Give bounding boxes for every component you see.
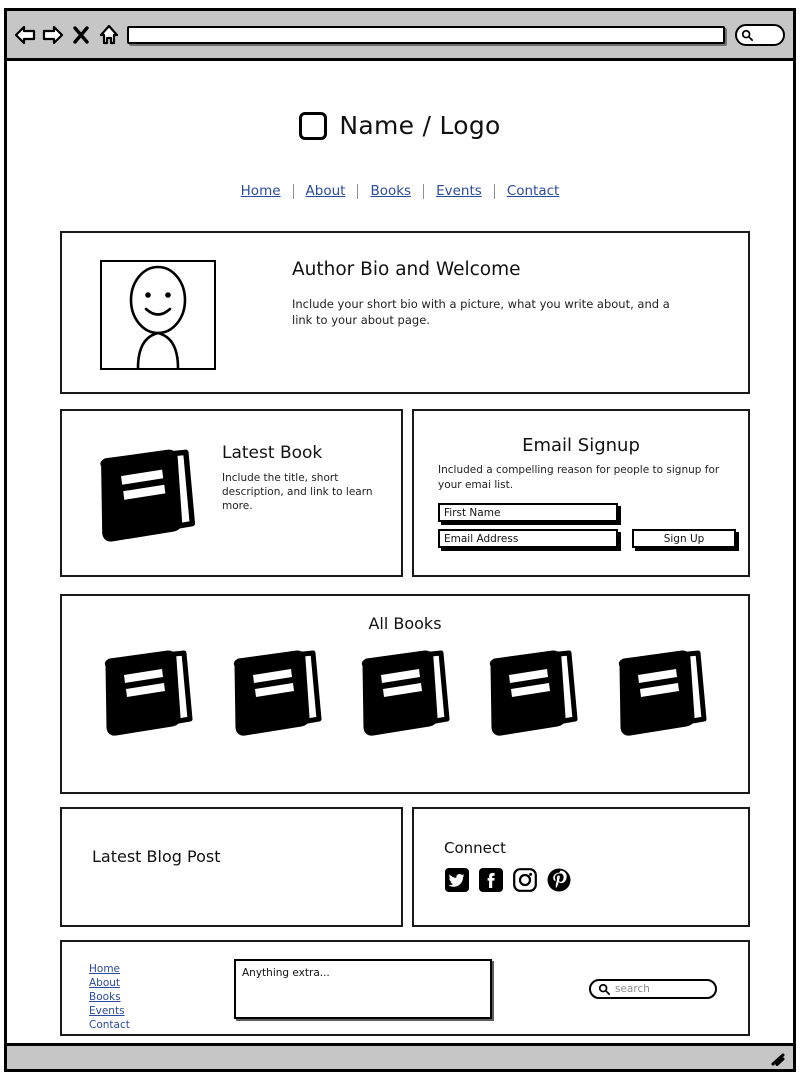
- browser-nav-controls: [13, 22, 121, 48]
- logo-text: Name / Logo: [339, 111, 501, 140]
- footer-link-about[interactable]: About: [89, 976, 130, 990]
- footer-note-box[interactable]: Anything extra...: [234, 959, 492, 1019]
- url-input[interactable]: [127, 25, 725, 44]
- site-logo[interactable]: Name / Logo: [7, 111, 793, 140]
- footer-link-books[interactable]: Books: [89, 990, 130, 1004]
- footer-link-contact[interactable]: Contact: [89, 1018, 130, 1032]
- latest-book-body: Include the title, short description, an…: [222, 472, 373, 513]
- browser-window: Name / Logo Home About Books Events Cont…: [4, 8, 796, 1072]
- browser-search-input[interactable]: [735, 23, 785, 46]
- page-canvas: Name / Logo Home About Books Events Cont…: [7, 61, 793, 1043]
- all-books-row: [62, 647, 748, 747]
- nav-item-events[interactable]: Events: [424, 183, 494, 199]
- logo-square-icon: [299, 111, 328, 140]
- back-arrow-icon[interactable]: [13, 22, 37, 48]
- author-bio-section: Author Bio and Welcome Include your shor…: [60, 231, 750, 394]
- nav-item-books[interactable]: Books: [358, 183, 423, 199]
- footer-link-home[interactable]: Home: [89, 962, 130, 976]
- home-icon[interactable]: [97, 22, 121, 48]
- connect-section: Connect: [412, 807, 750, 927]
- footer-section: Home About Books Events Contact Anything ext…: [60, 940, 750, 1036]
- book-icon[interactable]: [483, 647, 583, 747]
- latest-book-text: Latest Book Include the title, short des…: [222, 443, 387, 514]
- facebook-icon[interactable]: [478, 867, 504, 893]
- browser-toolbar: [7, 11, 793, 61]
- nav-item-about[interactable]: About: [294, 183, 358, 199]
- footer-search-input[interactable]: search: [589, 979, 717, 999]
- all-books-section: All Books: [60, 594, 750, 794]
- author-portrait-icon: [100, 260, 216, 370]
- primary-nav: Home About Books Events Contact: [7, 183, 793, 199]
- forward-arrow-icon[interactable]: [41, 22, 65, 48]
- email-address-input[interactable]: Email Address: [438, 529, 618, 549]
- wireframe-page: Name / Logo Home About Books Events Cont…: [0, 0, 800, 1080]
- author-bio-body: Include your short bio with a picture, w…: [292, 297, 670, 327]
- close-x-icon[interactable]: [69, 22, 93, 48]
- latest-book-heading: Latest Book: [222, 443, 323, 463]
- social-links: [444, 867, 748, 893]
- book-icon[interactable]: [227, 647, 327, 747]
- book-icon[interactable]: [98, 647, 198, 747]
- book-icon: [92, 448, 202, 543]
- email-signup-body: Included a compelling reason for people …: [438, 464, 720, 491]
- sign-up-button[interactable]: Sign Up: [632, 529, 736, 549]
- footer-search-placeholder: search: [615, 983, 650, 995]
- latest-blog-post-heading: Latest Blog Post: [92, 847, 221, 866]
- connect-heading: Connect: [444, 839, 507, 857]
- book-icon[interactable]: [355, 647, 455, 747]
- browser-statusbar: [7, 1043, 793, 1069]
- email-signup-form: First Name Email Address Sign Up: [438, 503, 748, 555]
- resize-grip-icon[interactable]: [769, 1051, 785, 1066]
- instagram-icon[interactable]: [512, 867, 538, 893]
- footer-link-events[interactable]: Events: [89, 1004, 130, 1018]
- latest-blog-post-section: Latest Blog Post: [60, 807, 403, 927]
- email-signup-heading: Email Signup: [522, 435, 640, 456]
- search-icon: [741, 29, 753, 41]
- author-bio-text: Author Bio and Welcome Include your shor…: [292, 259, 672, 329]
- nav-item-home[interactable]: Home: [229, 183, 293, 199]
- all-books-heading: All Books: [368, 614, 442, 633]
- book-icon[interactable]: [612, 647, 712, 747]
- first-name-input[interactable]: First Name: [438, 503, 618, 523]
- nav-item-contact[interactable]: Contact: [495, 183, 572, 199]
- search-icon: [598, 983, 610, 995]
- footer-links: Home About Books Events Contact: [89, 962, 130, 1032]
- latest-book-section: Latest Book Include the title, short des…: [60, 409, 403, 577]
- email-signup-section: Email Signup Included a compelling reaso…: [412, 409, 750, 577]
- pinterest-icon[interactable]: [546, 867, 572, 893]
- twitter-icon[interactable]: [444, 867, 470, 893]
- author-bio-heading: Author Bio and Welcome: [292, 259, 521, 280]
